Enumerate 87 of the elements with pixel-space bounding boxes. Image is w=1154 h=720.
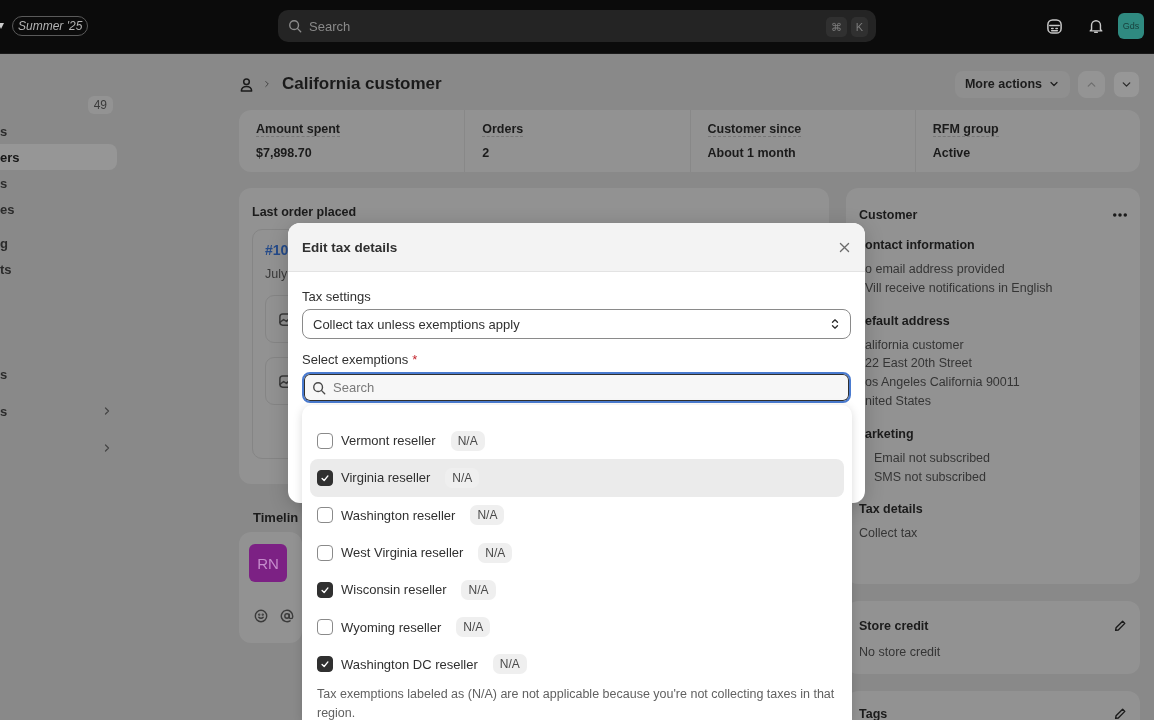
nav-item[interactable]: g [0, 230, 117, 256]
detail-text: SMS not subscribed [873, 468, 987, 486]
person-icon [239, 76, 254, 92]
exemption-option[interactable]: Vermont reseller N/A [310, 422, 844, 460]
nav-item[interactable]: s [0, 398, 117, 424]
nav-item[interactable]: ts [0, 256, 117, 282]
stat-value: 2 [482, 146, 491, 160]
user-avatar: RN [249, 544, 287, 582]
status-badge: N/A [456, 617, 491, 638]
stat-value: $7,898.70 [256, 146, 313, 160]
section-heading: efault address [864, 313, 951, 328]
search-icon [312, 381, 326, 395]
select-arrows-icon [830, 317, 840, 331]
nav-item[interactable]: s [0, 170, 117, 196]
user-avatar[interactable]: Gds [1118, 13, 1144, 39]
card-title: Last order placed [252, 205, 358, 219]
detail-text: Collect tax [859, 525, 919, 543]
more-icon[interactable] [1113, 213, 1127, 217]
section-heading: arketing [864, 426, 915, 441]
section-heading: ontact information [864, 238, 976, 252]
pencil-icon[interactable] [1113, 707, 1127, 720]
section-heading: Tax details [859, 502, 924, 517]
detail-text: o email address provided [864, 261, 1006, 278]
required-mark: * [412, 352, 418, 367]
search-field[interactable]: Search [302, 372, 851, 403]
detail-text: nited States [864, 393, 932, 410]
more-actions-button[interactable]: More actions [954, 70, 1070, 98]
pencil-icon[interactable] [1113, 619, 1127, 633]
page-title: California customer [282, 74, 443, 94]
nav-item[interactable]: ers [0, 144, 117, 170]
stat-value: About 1 month [707, 146, 797, 160]
stat-label: RFM group [932, 122, 999, 137]
close-button[interactable] [838, 240, 851, 254]
detail-text: alifornia customer [864, 336, 965, 354]
checkbox[interactable] [317, 619, 333, 636]
status-badge: N/A [445, 467, 480, 488]
nav-item[interactable]: es [0, 196, 117, 222]
status-badge: N/A [478, 542, 513, 563]
close-icon [838, 240, 851, 254]
detail-text: 22 East 20th Street [864, 355, 973, 373]
detail-text: No store credit [859, 644, 942, 661]
detail-text: Vill receive notifications in English [864, 279, 1054, 297]
exemption-option[interactable]: Washington reseller N/A [310, 496, 844, 534]
card-title: Customer [859, 208, 918, 222]
field-label: Tax settings [302, 289, 372, 304]
order-date: July [265, 267, 289, 281]
status-badge: N/A [450, 430, 485, 451]
nav-item[interactable]: s [0, 118, 117, 144]
check-icon [320, 472, 330, 483]
field-label: Select exemptions [302, 352, 409, 367]
checkbox[interactable] [317, 432, 333, 449]
section-title: Timelin [253, 510, 299, 525]
exemption-option[interactable]: Virginia reseller N/A [310, 459, 844, 497]
exemption-option[interactable]: Wisconsin reseller N/A [310, 571, 844, 609]
search-icon [288, 19, 302, 33]
count-badge: 49 [87, 96, 113, 114]
status-badge: N/A [470, 505, 505, 526]
stat-label: Customer since [707, 122, 802, 137]
nav-item[interactable]: 49 [0, 92, 117, 118]
check-icon [320, 659, 330, 670]
nav-item[interactable]: s [0, 361, 117, 387]
chevron-right-icon [262, 79, 272, 89]
modal-title: Edit tax details [302, 239, 398, 255]
exemption-option[interactable]: Wyoming reseller N/A [310, 608, 844, 646]
check-icon [320, 584, 330, 595]
checkbox[interactable] [317, 544, 333, 561]
checkbox[interactable] [317, 581, 333, 598]
status-badge: N/A [461, 579, 496, 600]
checkbox[interactable] [317, 656, 333, 673]
detail-text: Email not subscribed [873, 449, 992, 467]
exemption-option[interactable]: West Virginia reseller N/A [310, 533, 844, 572]
checkbox[interactable] [317, 507, 333, 524]
bell-icon[interactable] [1088, 18, 1104, 34]
help-text: Tax exemptions labeled as (N/A) are not applicable because you're not collecting taxes in that region. [316, 686, 836, 720]
detail-text: os Angeles California 90011 [864, 374, 1021, 392]
at-sign-icon[interactable] [280, 609, 294, 623]
stat-label: Orders [482, 122, 524, 137]
exemption-option[interactable]: Washington DC reseller N/A [310, 645, 844, 684]
card-title: Store credit [859, 619, 929, 633]
card-title: Tags [859, 707, 888, 720]
smiley-icon[interactable] [254, 609, 268, 623]
stat-value: Active [932, 146, 972, 160]
sidekick-icon[interactable] [1046, 17, 1063, 35]
tax-settings-select[interactable]: Collect tax unless exemptions apply [302, 309, 851, 339]
status-badge: N/A [492, 654, 527, 675]
stat-label: Amount spent [256, 122, 341, 137]
checkbox[interactable] [317, 469, 333, 486]
